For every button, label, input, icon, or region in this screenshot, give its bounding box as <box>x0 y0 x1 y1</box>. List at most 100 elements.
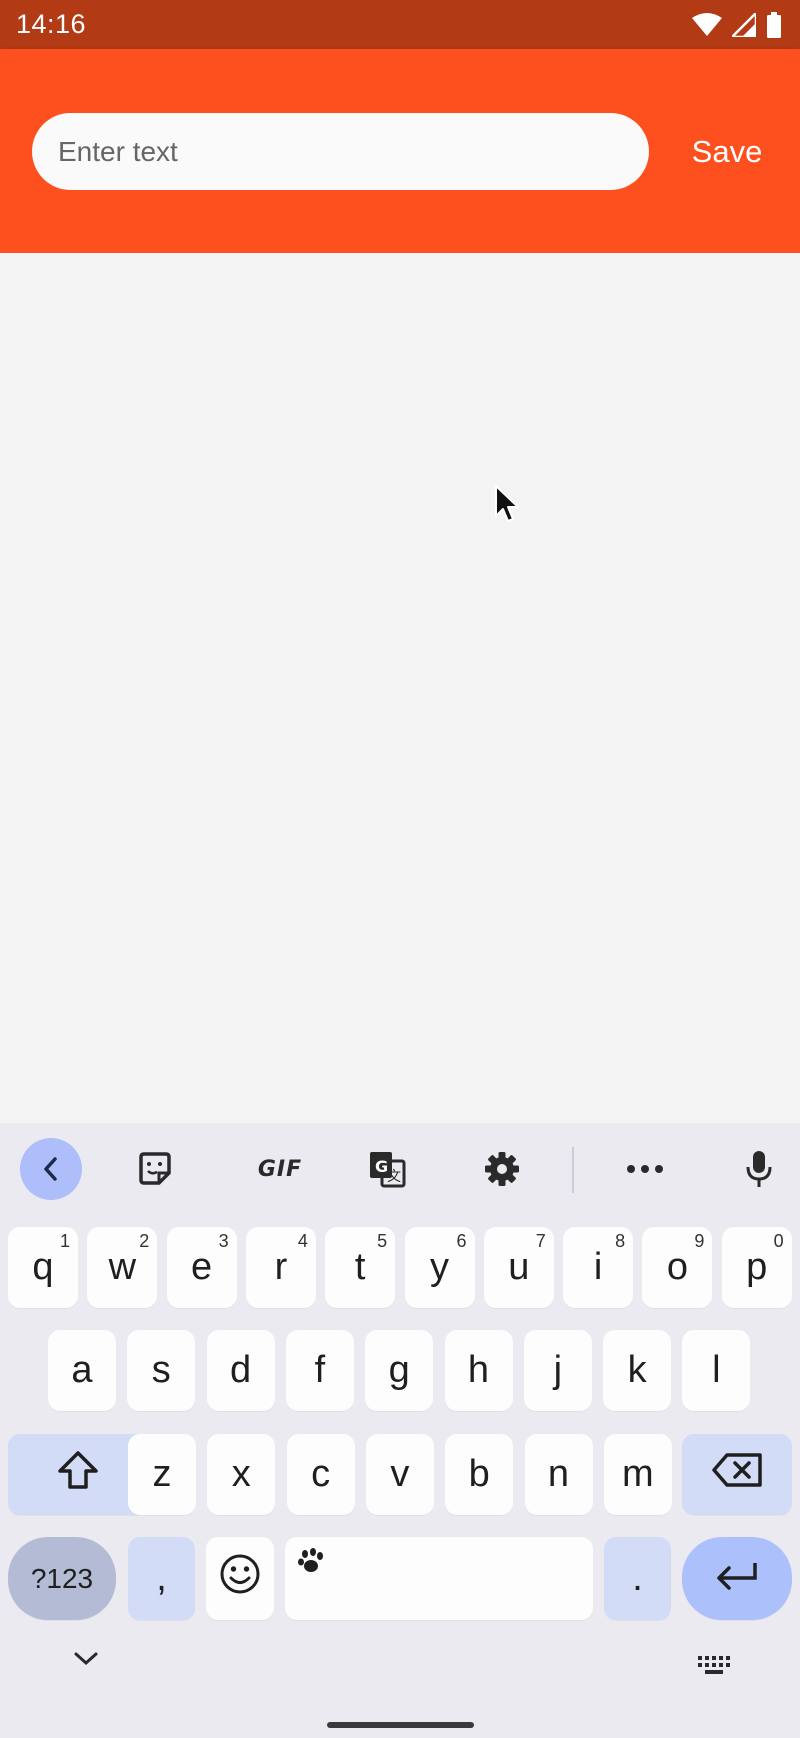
microphone-icon[interactable] <box>728 1138 790 1200</box>
key-label: v <box>390 1453 410 1495</box>
key-m[interactable]: m <box>603 1434 672 1515</box>
app-bar: Save <box>0 49 800 253</box>
paw-icon <box>297 1543 327 1586</box>
key-label: c <box>311 1453 331 1495</box>
key-y[interactable]: y6 <box>404 1227 475 1308</box>
key-hint: 9 <box>694 1231 705 1251</box>
navigation-handle[interactable] <box>327 1722 474 1728</box>
key-g[interactable]: g <box>365 1330 434 1411</box>
key-hint: 5 <box>377 1231 388 1251</box>
key-hint: 3 <box>218 1231 229 1251</box>
key-hint: 7 <box>535 1231 546 1251</box>
text-input[interactable] <box>32 113 649 190</box>
key-label: d <box>230 1349 252 1391</box>
save-button[interactable]: Save <box>672 127 782 177</box>
keyboard-toolbar: GIF G文 <box>0 1123 800 1215</box>
translate-icon[interactable]: G文 <box>356 1138 418 1200</box>
emoji-key[interactable] <box>206 1537 274 1620</box>
enter-icon <box>715 1557 759 1600</box>
key-hint: 8 <box>615 1231 626 1251</box>
key-label: q <box>32 1246 54 1288</box>
key-label: h <box>467 1349 490 1391</box>
key-label: l <box>712 1349 721 1391</box>
key-label: k <box>627 1349 647 1391</box>
settings-icon[interactable] <box>471 1138 533 1200</box>
key-label: r <box>274 1246 288 1288</box>
key-i[interactable]: i8 <box>563 1227 634 1308</box>
key-hint: 0 <box>773 1231 784 1251</box>
key-label: m <box>621 1453 654 1495</box>
backspace-key[interactable] <box>682 1434 792 1515</box>
key-w[interactable]: w2 <box>87 1227 158 1308</box>
key-label: p <box>746 1246 768 1288</box>
enter-key[interactable] <box>682 1537 792 1620</box>
key-label: o <box>666 1246 688 1288</box>
shift-icon <box>56 1450 100 1500</box>
key-j[interactable]: j <box>523 1330 592 1411</box>
key-u[interactable]: u7 <box>483 1227 554 1308</box>
key-r[interactable]: r4 <box>245 1227 316 1308</box>
key-h[interactable]: h <box>444 1330 513 1411</box>
period-key[interactable]: . <box>604 1537 671 1620</box>
key-l[interactable]: l <box>682 1330 751 1411</box>
key-label: x <box>231 1453 251 1495</box>
battery-icon <box>766 11 782 38</box>
hide-keyboard-icon[interactable] <box>73 1651 99 1672</box>
key-z[interactable]: z <box>128 1434 196 1515</box>
key-n[interactable]: n <box>524 1434 593 1515</box>
key-label: y <box>430 1246 449 1288</box>
symbols-key[interactable]: ?123 <box>8 1537 116 1620</box>
key-f[interactable]: f <box>285 1330 354 1411</box>
key-label: g <box>388 1349 410 1391</box>
key-q[interactable]: q1 <box>8 1227 78 1308</box>
key-a[interactable]: a <box>48 1330 116 1411</box>
sticker-icon[interactable] <box>124 1138 186 1200</box>
emoji-icon <box>219 1553 261 1605</box>
key-d[interactable]: d <box>206 1330 275 1411</box>
key-b[interactable]: b <box>445 1434 514 1515</box>
key-label: b <box>468 1453 490 1495</box>
key-e[interactable]: e3 <box>166 1227 237 1308</box>
shift-key[interactable] <box>8 1434 148 1515</box>
status-time: 14:16 <box>16 9 87 39</box>
key-p[interactable]: p0 <box>721 1227 792 1308</box>
signal-icon <box>732 12 756 37</box>
content-area <box>0 253 800 1123</box>
more-icon[interactable] <box>614 1138 676 1200</box>
key-o[interactable]: o9 <box>642 1227 713 1308</box>
key-hint: 6 <box>456 1231 467 1251</box>
key-x[interactable]: x <box>207 1434 276 1515</box>
key-label: s <box>151 1349 171 1391</box>
key-label: t <box>354 1246 366 1288</box>
gif-button[interactable]: GIF <box>240 1138 320 1200</box>
key-hint: 1 <box>59 1231 70 1251</box>
key-c[interactable]: c <box>286 1434 355 1515</box>
key-label: e <box>191 1246 213 1288</box>
key-v[interactable]: v <box>365 1434 434 1515</box>
key-hint: 4 <box>297 1231 308 1251</box>
toolbar-divider <box>572 1147 574 1193</box>
keyboard: GIF G文 <box>0 1123 800 1738</box>
svg-text:文: 文 <box>387 1169 401 1185</box>
key-label: a <box>71 1349 93 1391</box>
key-label: j <box>553 1349 563 1391</box>
key-label: z <box>152 1453 172 1495</box>
key-label: u <box>508 1246 530 1288</box>
backspace-icon <box>711 1452 763 1498</box>
space-key[interactable] <box>285 1537 593 1620</box>
mouse-cursor-icon <box>494 484 520 529</box>
status-bar: 14:16 <box>0 0 800 49</box>
key-label: f <box>314 1349 326 1391</box>
status-icons <box>692 11 782 38</box>
keyboard-switch-icon[interactable] <box>697 1655 733 1680</box>
key-t[interactable]: t5 <box>325 1227 396 1308</box>
key-label: n <box>547 1453 570 1495</box>
key-hint: 2 <box>139 1231 150 1251</box>
key-label: i <box>593 1246 603 1288</box>
key-k[interactable]: k <box>603 1330 672 1411</box>
comma-key[interactable]: , <box>128 1537 195 1620</box>
key-s[interactable]: s <box>127 1330 196 1411</box>
back-chevron-icon[interactable] <box>20 1138 82 1200</box>
wifi-icon <box>692 12 722 37</box>
key-label: w <box>108 1246 137 1288</box>
